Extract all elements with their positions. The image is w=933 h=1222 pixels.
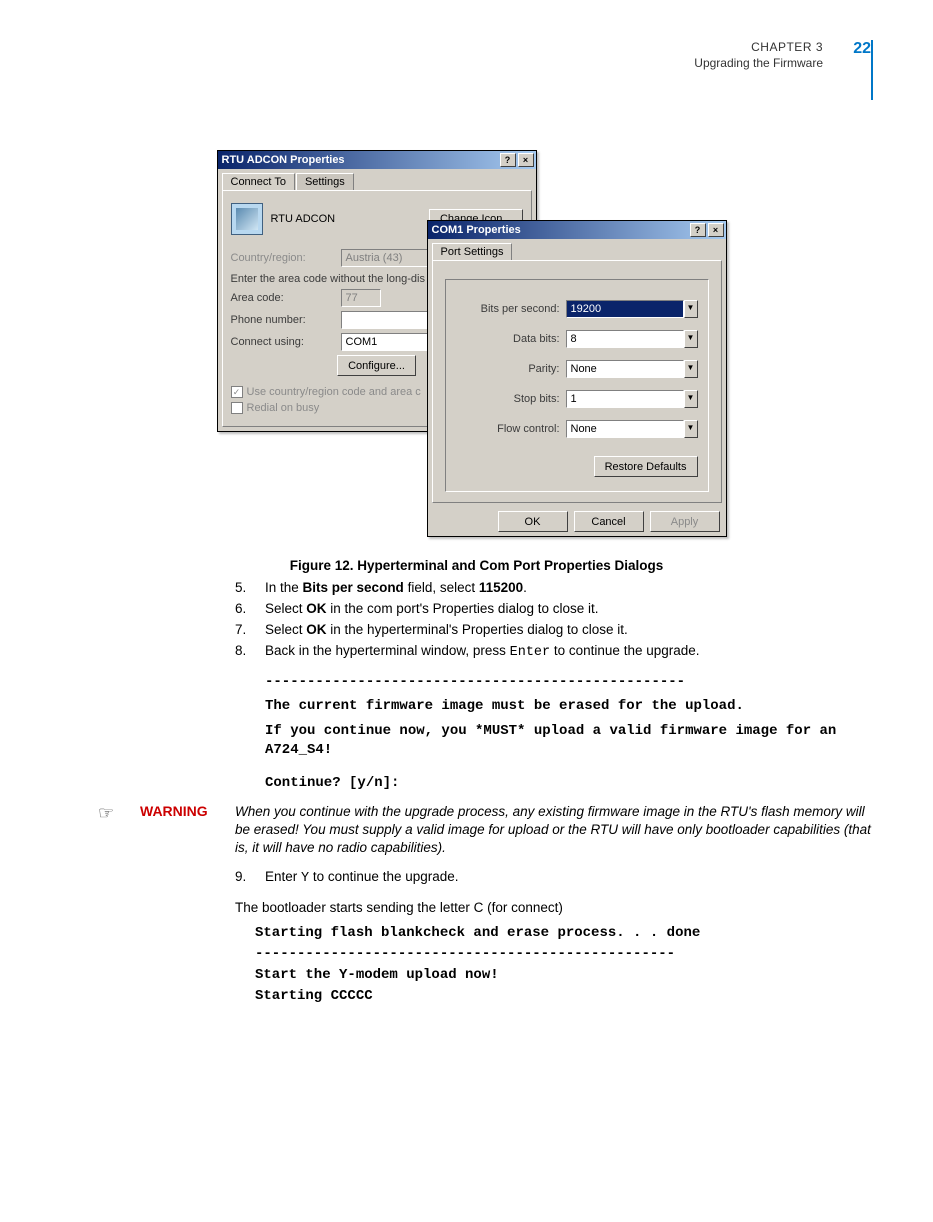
step-9: Enter Y to continue the upgrade. [265,868,873,889]
com1-properties-dialog: COM1 Properties ? × Port Settings Bits p… [427,220,727,537]
restore-defaults-button[interactable]: Restore Defaults [594,456,698,477]
country-label: Country/region: [231,252,341,264]
flow-select[interactable]: None [566,420,684,438]
dropdown-icon[interactable]: ▼ [684,300,698,318]
connection-name: RTU ADCON [271,213,429,225]
tab-settings[interactable]: Settings [296,173,354,190]
configure-button[interactable]: Configure... [337,355,416,376]
databits-label: Data bits: [456,333,566,345]
dropdown-icon[interactable]: ▼ [684,420,698,438]
step-number: 6. [235,600,265,619]
redial-label: Redial on busy [247,402,320,414]
step-5: In the Bits per second field, select 115… [265,579,873,598]
chapter-label: CHAPTER 3 [80,40,823,54]
areacode-field: 77 [341,289,381,307]
help-button[interactable]: ? [690,223,706,237]
chapter-subtitle: Upgrading the Firmware [80,56,823,70]
bps-label: Bits per second: [456,303,566,315]
stopbits-select[interactable]: 1 [566,390,684,408]
warning-label: WARNING [140,803,235,858]
warning-text: When you continue with the upgrade proce… [235,803,873,858]
help-button[interactable]: ? [500,153,516,167]
dropdown-icon[interactable]: ▼ [684,330,698,348]
close-button[interactable]: × [518,153,534,167]
tab-connect-to[interactable]: Connect To [222,173,295,190]
connect-using-label: Connect using: [231,336,341,348]
step-number: 5. [235,579,265,598]
warning-icon: ☞ [80,803,140,858]
stopbits-label: Stop bits: [456,393,566,405]
bps-select[interactable]: 19200 [566,300,684,318]
step-number: 8. [235,642,265,663]
apply-button: Apply [650,511,720,532]
parity-label: Parity: [456,363,566,375]
step-6: Select OK in the com port's Properties d… [265,600,873,619]
databits-select[interactable]: 8 [566,330,684,348]
connection-icon [231,203,263,235]
step-7: Select OK in the hyperterminal's Propert… [265,621,873,640]
phone-label: Phone number: [231,314,341,326]
dialog-title: RTU ADCON Properties [222,154,345,166]
step-number: 9. [235,868,265,889]
tab-port-settings[interactable]: Port Settings [432,243,513,260]
paragraph-bootloader: The bootloader starts sending the letter… [235,899,873,918]
areacode-label: Area code: [231,292,341,304]
flow-label: Flow control: [456,423,566,435]
terminal-output-1: ----------------------------------------… [265,673,873,793]
use-country-checkbox: ✓ [231,386,243,398]
parity-select[interactable]: None [566,360,684,378]
dropdown-icon[interactable]: ▼ [684,360,698,378]
close-button[interactable]: × [708,223,724,237]
use-country-label: Use country/region code and area c [247,386,421,398]
dialog-title: COM1 Properties [432,224,521,236]
cancel-button[interactable]: Cancel [574,511,644,532]
ok-button[interactable]: OK [498,511,568,532]
step-8: Back in the hyperterminal window, press … [265,642,873,663]
page-number: 22 [831,40,871,58]
redial-checkbox [231,402,243,414]
figure-12: RTU ADCON Properties ? × Connect To Sett… [80,150,873,550]
step-number: 7. [235,621,265,640]
dropdown-icon[interactable]: ▼ [684,390,698,408]
figure-caption: Figure 12. Hyperterminal and Com Port Pr… [80,558,873,573]
terminal-output-2: Starting flash blankcheck and erase proc… [255,923,873,1007]
